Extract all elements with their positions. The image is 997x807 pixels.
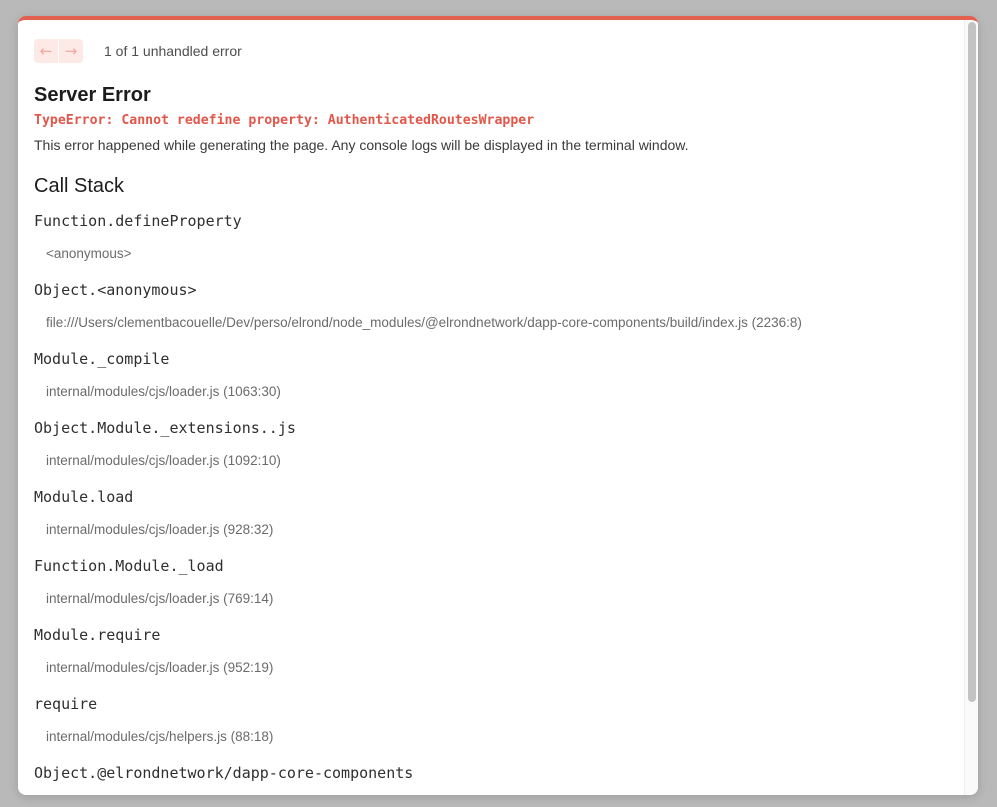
frame-function: Module.load [34, 488, 134, 506]
frame-location: internal/modules/cjs/loader.js (1092:10) [46, 453, 281, 468]
arrow-left-icon: ← [39, 41, 53, 60]
call-stack-frame[interactable]: Module._compile internal/modules/cjs/loa… [34, 346, 934, 415]
frame-function: require [34, 695, 98, 713]
frame-function: Function.defineProperty [34, 212, 242, 230]
call-stack-frame[interactable]: Module.require internal/modules/cjs/load… [34, 622, 934, 691]
error-nav-buttons: ← → [34, 39, 83, 63]
error-pagination: ← → 1 of 1 unhandled error [34, 39, 242, 63]
call-stack-frame[interactable]: Object.<anonymous> file:///Users/clement… [34, 277, 934, 346]
frame-location: file:///Users/clementbacouelle/Dev/perso… [46, 315, 802, 330]
call-stack-frame[interactable]: Function.defineProperty <anonymous> [34, 208, 934, 277]
frame-location: internal/modules/cjs/loader.js (952:19) [46, 660, 274, 675]
call-stack-frame[interactable]: Object.@elrondnetwork/dapp-core-componen… [34, 760, 934, 795]
next-error-button[interactable]: → [59, 39, 83, 63]
frame-location: internal/modules/cjs/helpers.js (88:18) [46, 729, 274, 744]
error-message: TypeError: Cannot redefine property: Aut… [34, 113, 535, 128]
frame-function: Module._compile [34, 350, 170, 368]
frame-function: Object.@elrondnetwork/dapp-core-componen… [34, 764, 414, 782]
frame-location: internal/modules/cjs/loader.js (1063:30) [46, 384, 281, 399]
error-overlay-content: ← → 1 of 1 unhandled error Server Error … [18, 20, 964, 795]
frame-location: <anonymous> [46, 246, 132, 261]
frame-location: internal/modules/cjs/loader.js (769:14) [46, 591, 274, 606]
error-count: 1 of 1 unhandled error [104, 43, 242, 59]
call-stack-frame[interactable]: Module.load internal/modules/cjs/loader.… [34, 484, 934, 553]
scrollbar-thumb[interactable] [968, 22, 976, 702]
error-overlay-dialog: ← → 1 of 1 unhandled error Server Error … [18, 16, 978, 795]
vertical-scrollbar[interactable] [964, 20, 978, 795]
frame-function: Function.Module._load [34, 557, 224, 575]
error-title: Server Error [34, 84, 151, 106]
frame-function: Object.<anonymous> [34, 281, 197, 299]
previous-error-button[interactable]: ← [34, 39, 58, 63]
call-stack-list: Function.defineProperty <anonymous> Obje… [34, 208, 934, 795]
call-stack-heading: Call Stack [34, 175, 125, 197]
call-stack-frame[interactable]: Object.Module._extensions..js internal/m… [34, 415, 934, 484]
arrow-right-icon: → [64, 41, 78, 60]
call-stack-frame[interactable]: Function.Module._load internal/modules/c… [34, 553, 934, 622]
frame-location: internal/modules/cjs/loader.js (928:32) [46, 522, 274, 537]
frame-function: Object.Module._extensions..js [34, 419, 296, 437]
error-description: This error happened while generating the… [34, 137, 689, 153]
frame-function: Module.require [34, 626, 161, 644]
call-stack-frame[interactable]: require internal/modules/cjs/helpers.js … [34, 691, 934, 760]
